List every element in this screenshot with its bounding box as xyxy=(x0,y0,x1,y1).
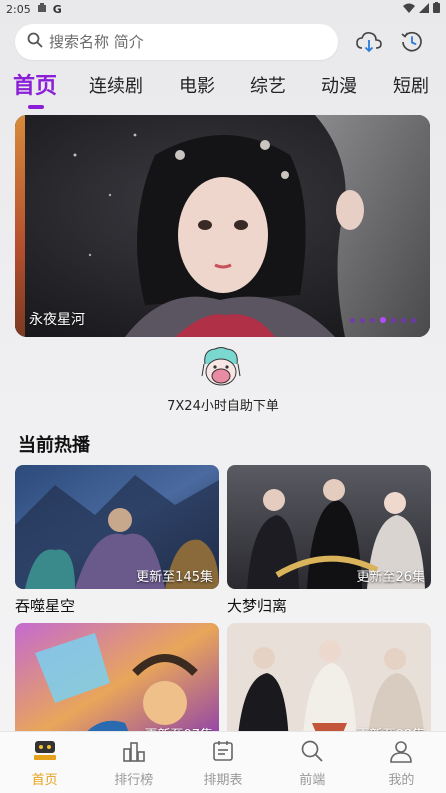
nav-label: 排行榜 xyxy=(114,773,154,788)
tab-movies[interactable]: 电影 xyxy=(179,72,215,98)
carousel-dot[interactable] xyxy=(370,317,375,323)
search-bar[interactable] xyxy=(15,24,338,60)
nav-label: 前端 xyxy=(299,773,326,788)
nav-label: 首页 xyxy=(31,773,58,788)
mascot-icon[interactable] xyxy=(201,346,241,388)
carousel-dot[interactable] xyxy=(401,317,406,323)
show-title: 大梦归离 xyxy=(227,597,288,615)
signal-icon xyxy=(419,2,429,16)
nav-profile[interactable]: 我的 xyxy=(357,732,446,793)
carousel-dot[interactable] xyxy=(411,317,416,323)
carousel-dot[interactable] xyxy=(350,317,355,323)
show-title: 吞噬星空 xyxy=(15,597,76,615)
search-icon xyxy=(299,738,325,764)
banner-image xyxy=(15,115,430,337)
carousel-dot[interactable] xyxy=(360,317,365,323)
schedule-icon xyxy=(210,738,236,764)
nav-frontend[interactable]: 前端 xyxy=(268,732,357,793)
home-logo-icon xyxy=(32,738,58,764)
nav-schedule[interactable]: 排期表 xyxy=(178,732,267,793)
show-thumbnail[interactable]: 更新至145集 xyxy=(15,465,219,589)
search-input[interactable] xyxy=(49,33,309,51)
carousel-dot[interactable] xyxy=(391,317,396,323)
cloud-download-icon[interactable] xyxy=(355,28,383,56)
banner-prev-peek xyxy=(15,115,25,337)
status-bar: 2:05 G xyxy=(0,0,446,18)
google-icon: G xyxy=(52,2,62,16)
nav-label: 排期表 xyxy=(203,773,243,788)
profile-icon xyxy=(388,738,414,764)
episode-badge: 更新至26集 xyxy=(356,570,425,585)
episode-badge: 更新至145集 xyxy=(136,570,213,585)
tab-variety[interactable]: 综艺 xyxy=(250,72,286,98)
show-thumbnail[interactable]: 更新至08集 xyxy=(227,623,431,747)
show-thumbnail[interactable]: 更新至07集 xyxy=(15,623,219,747)
status-time: 2:05 xyxy=(6,2,31,16)
show-card[interactable]: 更新至26集 大梦归离 xyxy=(227,465,431,616)
tab-home[interactable]: 首页 xyxy=(13,68,57,100)
banner-carousel[interactable]: 永夜星河 xyxy=(15,115,430,337)
nav-home[interactable]: 首页 xyxy=(0,732,89,793)
banner-title: 永夜星河 xyxy=(29,312,85,328)
history-icon[interactable] xyxy=(398,28,426,56)
show-card[interactable]: 更新至145集 吞噬星空 xyxy=(15,465,219,616)
nav-label: 我的 xyxy=(388,773,415,788)
carousel-dot-active[interactable] xyxy=(380,317,386,323)
bottom-nav: 首页 排行榜 排期表 前端 我的 xyxy=(0,731,446,793)
carousel-dots xyxy=(350,317,416,323)
self-order-label[interactable]: 7X24小时自助下单 xyxy=(0,395,446,414)
show-card[interactable]: 更新至08集 xyxy=(227,623,431,747)
ranking-icon xyxy=(121,738,147,764)
nav-ranking[interactable]: 排行榜 xyxy=(89,732,178,793)
search-icon xyxy=(27,32,43,52)
tab-series[interactable]: 连续剧 xyxy=(89,72,143,98)
section-title-now-playing: 当前热播 xyxy=(18,435,90,456)
tab-short-drama[interactable]: 短剧 xyxy=(393,72,429,98)
tab-anime[interactable]: 动漫 xyxy=(321,72,357,98)
tab-indicator xyxy=(28,105,44,109)
notification-icon xyxy=(37,2,47,16)
battery-icon xyxy=(433,2,440,16)
show-card[interactable]: 更新至07集 xyxy=(15,623,219,747)
show-thumbnail[interactable]: 更新至26集 xyxy=(227,465,431,589)
wifi-icon xyxy=(403,3,415,16)
category-tabs: 首页 连续剧 电影 综艺 动漫 短剧 xyxy=(0,68,446,112)
